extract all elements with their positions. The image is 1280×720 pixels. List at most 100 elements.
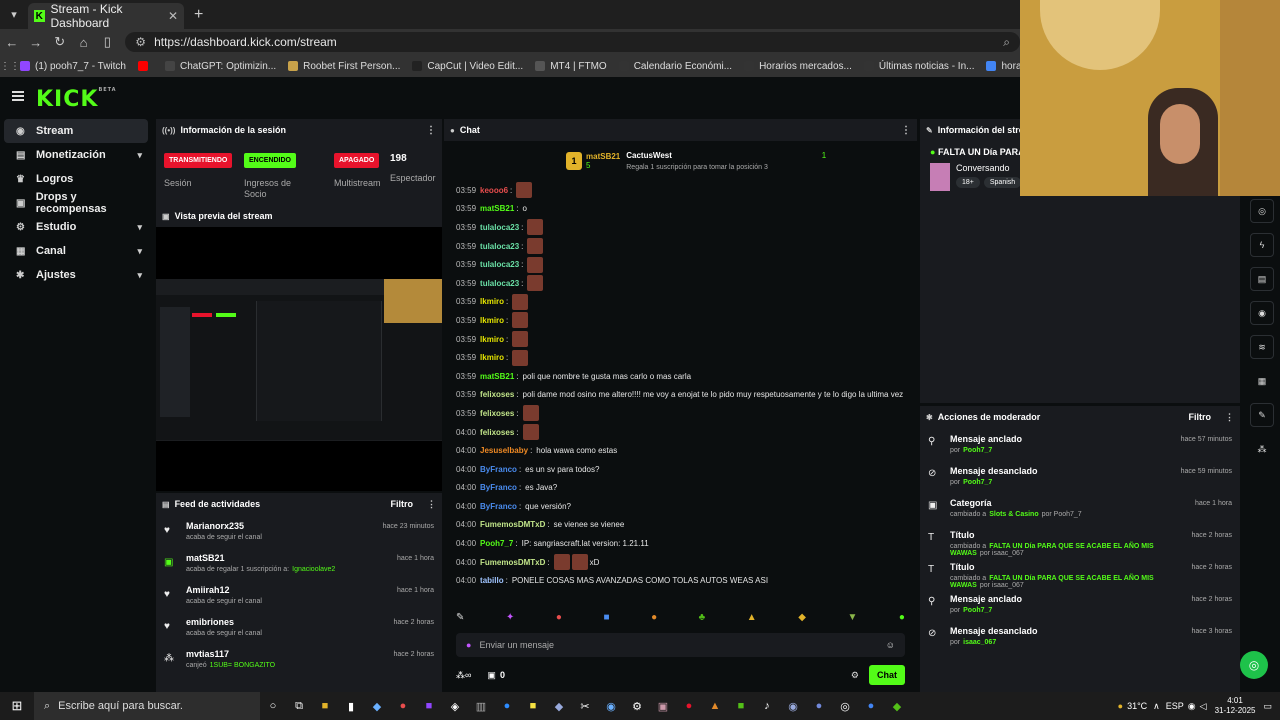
weather-temp[interactable]: 31°C <box>1127 701 1147 711</box>
clipboard-icon[interactable]: ▤ <box>1250 267 1274 291</box>
task-view-icon[interactable]: ⧉ <box>286 700 312 713</box>
volume-icon[interactable]: ◁ <box>1200 701 1207 712</box>
feed-username[interactable]: matSB21 <box>186 553 335 563</box>
chat-send-button[interactable]: Chat <box>869 665 905 685</box>
notepad-icon[interactable]: ▮ <box>338 700 364 713</box>
message-username[interactable]: lkmiro <box>480 352 504 363</box>
browser-tab[interactable]: K Stream - Kick Dashboard ✕ <box>28 2 184 30</box>
app-icon[interactable]: ● <box>390 700 416 712</box>
feed-username[interactable]: emibriones <box>186 617 262 627</box>
sidebar-item[interactable]: ♛ Logros <box>4 167 148 191</box>
message-username[interactable]: Pooh7_7 <box>480 538 513 549</box>
feed-username[interactable]: Marianorx235 <box>186 521 262 531</box>
zoom-icon[interactable]: ⌕ <box>1003 35 1010 50</box>
message-username[interactable]: tulaloca23 <box>480 259 519 270</box>
new-tab-icon[interactable]: + <box>194 6 203 24</box>
bookmark-item[interactable] <box>137 61 153 71</box>
session-more-icon[interactable]: ⋮ <box>426 125 436 136</box>
emote-icon[interactable]: ● <box>651 612 657 626</box>
obs-icon[interactable]: ◎ <box>832 700 858 713</box>
sidebar-item[interactable]: ▦ Canal ▾ <box>4 239 148 263</box>
app-icon[interactable]: ▣ <box>650 700 676 713</box>
broadcast-icon[interactable]: ≋ <box>1250 335 1274 359</box>
chat-input[interactable]: ● Enviar un mensaje ☺ <box>456 633 905 657</box>
capcut-icon[interactable]: ✂ <box>572 700 598 713</box>
zoom-app-icon[interactable]: ● <box>494 700 520 712</box>
tiktok-icon[interactable]: ♪ <box>754 700 780 712</box>
tag-chip[interactable]: Spanish <box>983 177 1022 188</box>
bookmark-item[interactable]: Roobet First Person... <box>288 61 400 72</box>
message-username[interactable]: FumemosDMTxD <box>480 519 545 530</box>
back-icon[interactable]: ← <box>0 35 24 50</box>
chat-more-icon[interactable]: ⋮ <box>901 125 911 136</box>
app-icon[interactable]: ◆ <box>884 700 910 713</box>
chevron-down-icon[interactable]: ▾ <box>137 270 142 281</box>
message-username[interactable]: FumemosDMTxD <box>480 557 545 568</box>
sidebar-item[interactable]: ⚙ Estudio ▾ <box>4 215 148 239</box>
sidebar-item[interactable]: ▤ Monetización ▾ <box>4 143 148 167</box>
message-username[interactable]: felixoses <box>480 408 514 419</box>
notifications-icon[interactable]: ▭ <box>1263 701 1272 712</box>
sidebar-item[interactable]: ✱ Ajustes ▾ <box>4 263 148 287</box>
message-username[interactable]: ByFranco <box>480 501 517 512</box>
stream-preview-video[interactable] <box>156 279 442 441</box>
file-explorer-icon[interactable]: ■ <box>312 700 338 712</box>
emote-icon[interactable]: ▲ <box>747 612 757 626</box>
bookmark-item[interactable]: CapCut | Video Edit... <box>412 61 523 72</box>
message-username[interactable]: lkmiro <box>480 296 504 307</box>
scene-icon[interactable]: ◎ <box>1250 199 1274 223</box>
home-icon[interactable]: ⌂ <box>72 35 96 50</box>
tool-icon[interactable]: ✎ <box>1250 403 1274 427</box>
chat-icon[interactable]: ◉ <box>1250 301 1274 325</box>
clock[interactable]: 4:01 31-12-2025 <box>1215 696 1256 716</box>
emote-icon[interactable]: ✎ <box>456 612 464 626</box>
taskbar-search[interactable]: ⌕ Escribe aquí para buscar. <box>34 692 260 720</box>
url-field[interactable]: ⚙ https://dashboard.kick.com/stream ⌕ <box>125 32 1021 52</box>
emote-icon[interactable]: ◆ <box>798 612 806 626</box>
message-username[interactable]: tabillo <box>480 575 504 586</box>
mic-icon[interactable]: ● <box>466 640 471 650</box>
copilot-icon[interactable]: ◆ <box>364 700 390 713</box>
emote-icon[interactable]: ■ <box>603 612 609 626</box>
steam-icon[interactable]: ◉ <box>780 700 806 713</box>
apps-icon[interactable]: ⋮⋮ <box>0 61 20 72</box>
chat-settings-icon[interactable]: ⚙ <box>851 670 859 681</box>
message-username[interactable]: tulaloca23 <box>480 278 519 289</box>
emote-icon[interactable]: ▼ <box>847 612 857 626</box>
menu-icon[interactable] <box>12 91 24 101</box>
reload-icon[interactable]: ↻ <box>48 34 72 50</box>
app-icon[interactable]: ▥ <box>468 700 494 713</box>
feed-more-icon[interactable]: ⋮ <box>427 499 436 510</box>
split-view-icon[interactable]: ▯ <box>95 34 119 50</box>
message-username[interactable]: felixoses <box>480 427 514 438</box>
tag-chip[interactable]: 18+ <box>956 177 980 188</box>
minecraft-icon[interactable]: ■ <box>728 700 754 712</box>
emote-icon[interactable]: ✦ <box>506 612 514 626</box>
feed-filter-button[interactable]: Filtro <box>391 499 414 509</box>
mod-more-icon[interactable]: ⋮ <box>1225 412 1234 423</box>
chevron-down-icon[interactable]: ▾ <box>137 222 142 233</box>
loyalty-icon[interactable]: ⁂∞ <box>456 670 471 681</box>
discord-icon[interactable]: ● <box>806 700 832 712</box>
message-username[interactable]: felixoses <box>480 389 514 400</box>
tab-close-icon[interactable]: ✕ <box>168 9 178 23</box>
chrome-icon[interactable]: ● <box>858 700 884 712</box>
bookmark-item[interactable]: MT4 | FTMO <box>535 61 607 72</box>
app-icon[interactable]: ◈ <box>442 700 468 713</box>
message-username[interactable]: ByFranco <box>480 464 517 475</box>
emote-icon[interactable]: ♣ <box>699 612 706 626</box>
bookmark-item[interactable]: (1) pooh7_7 - Twitch <box>20 61 126 72</box>
emoji-icon[interactable]: ☺ <box>886 640 895 650</box>
forward-icon[interactable]: → <box>24 35 48 50</box>
app-icon[interactable]: ◆ <box>546 700 572 713</box>
twitch-icon[interactable]: ■ <box>416 700 442 712</box>
feed-username[interactable]: Amiirah12 <box>186 585 262 595</box>
support-chat-button[interactable]: ◎ <box>1240 651 1268 679</box>
emote-icon[interactable]: ● <box>899 612 905 626</box>
message-username[interactable]: ByFranco <box>480 482 517 493</box>
bookmark-item[interactable]: hora gmt - Buscar c... <box>986 61 1020 72</box>
tab-search-icon[interactable]: ▾ <box>0 0 28 29</box>
bookmark-item[interactable]: Horarios mercados... <box>744 61 852 72</box>
bookmark-item[interactable]: Últimas noticias - In... <box>863 61 974 72</box>
sticky-notes-icon[interactable]: ■ <box>520 700 546 712</box>
